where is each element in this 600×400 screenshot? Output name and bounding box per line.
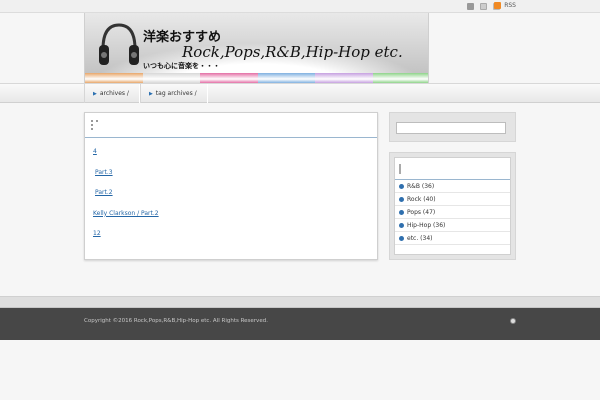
color-stripes (85, 73, 428, 83)
category-label: Hip-Hop (36) (407, 221, 446, 229)
post-link[interactable]: 12 (93, 230, 377, 251)
color-stripe (142, 73, 200, 83)
corner-icon (91, 120, 98, 130)
back-to-top-icon[interactable] (510, 318, 516, 324)
category-label: R&B (36) (407, 182, 435, 190)
category-label: Rock (40) (407, 195, 436, 203)
bullet-icon (399, 196, 404, 202)
nav-item-label: tag archives / (155, 90, 197, 97)
category-item[interactable]: Pops (47) (395, 206, 510, 219)
header-bar-icon (399, 164, 401, 174)
arrow-right-icon: ▶ (93, 90, 97, 97)
category-item[interactable]: etc. (34) (395, 232, 510, 245)
color-stripe (257, 73, 315, 83)
page-icon[interactable] (480, 3, 487, 10)
category-item[interactable]: Hip-Hop (36) (395, 219, 510, 232)
main-box-header (85, 113, 377, 138)
bullet-icon (399, 183, 404, 189)
main-content-box: 4 Part.3 Part.2 Kelly Clarkson / Part.2 … (84, 112, 378, 260)
search-widget (389, 112, 516, 142)
category-item[interactable]: R&B (36) (395, 180, 510, 193)
nav-item-archives[interactable]: ▶ archives / (84, 84, 140, 103)
category-label: Pops (47) (407, 208, 436, 216)
category-header (395, 158, 510, 180)
post-link[interactable]: Part.2 (93, 189, 377, 210)
category-item[interactable]: Rock (40) (395, 193, 510, 206)
user-icon[interactable] (467, 3, 474, 10)
main-nav: ▶ archives / ▶ tag archives / (0, 83, 600, 103)
footer-strip (0, 296, 600, 308)
site-tagline: いつも心に音楽を・・・ (143, 62, 220, 70)
search-input[interactable] (396, 122, 506, 134)
headphone-icon (99, 23, 139, 65)
rss-link[interactable]: RSS (494, 2, 516, 9)
site-title-en: Rock,Pops,R&B,Hip-Hop etc. (182, 43, 403, 61)
nav-item-label: archives / (99, 90, 129, 97)
copyright-text: Copyright ©2016 Rock,Pops,R&B,Hip-Hop et… (84, 318, 268, 324)
color-stripe (200, 73, 258, 83)
top-bar: RSS (0, 0, 600, 13)
color-stripe (315, 73, 373, 83)
footer: Copyright ©2016 Rock,Pops,R&B,Hip-Hop et… (0, 308, 600, 340)
post-link[interactable]: Part.3 (93, 169, 377, 190)
post-link[interactable]: Kelly Clarkson / Part.2 (93, 210, 377, 231)
site-header-banner[interactable]: 洋楽おすすめ Rock,Pops,R&B,Hip-Hop etc. いつも心に音… (84, 13, 429, 83)
rss-label: RSS (504, 2, 516, 9)
rss-icon (494, 2, 502, 9)
nav-item-tag-archives[interactable]: ▶ tag archives / (139, 84, 208, 103)
color-stripe (85, 73, 143, 83)
category-widget: R&B (36) Rock (40) Pops (47) Hip-Hop (36… (389, 152, 516, 260)
bullet-icon (399, 209, 404, 215)
post-link[interactable]: 4 (93, 148, 377, 169)
bullet-icon (399, 235, 404, 241)
post-list: 4 Part.3 Part.2 Kelly Clarkson / Part.2 … (85, 138, 377, 251)
arrow-right-icon: ▶ (148, 90, 153, 97)
color-stripe (372, 73, 428, 83)
bullet-icon (399, 222, 404, 228)
category-box: R&B (36) Rock (40) Pops (47) Hip-Hop (36… (394, 157, 511, 255)
category-label: etc. (34) (407, 234, 433, 242)
